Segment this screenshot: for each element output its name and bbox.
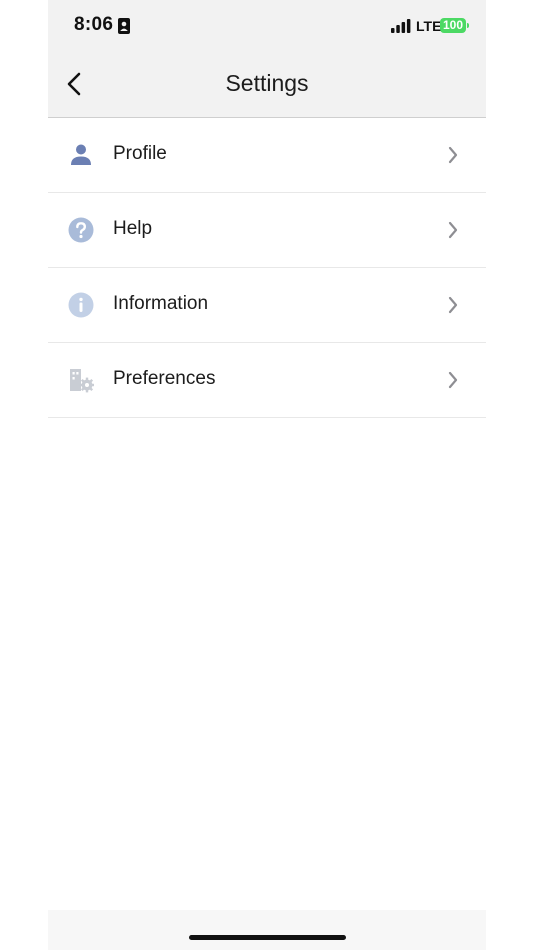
chevron-right-icon: [447, 221, 459, 239]
cellular-signal-icon: [391, 19, 411, 38]
network-type: LTE: [416, 18, 442, 34]
contact-card-icon: [118, 18, 130, 34]
settings-list: Profile Help Information Preferences: [48, 118, 486, 418]
building-gear-icon: [68, 367, 94, 393]
bottom-bar: [48, 910, 486, 950]
status-time: 8:06: [74, 14, 114, 35]
settings-item-label: Information: [113, 293, 209, 314]
settings-item-preferences[interactable]: Preferences: [48, 343, 486, 418]
settings-item-label: Preferences: [113, 368, 216, 389]
person-icon: [68, 142, 94, 168]
battery-tip-icon: [467, 23, 469, 28]
question-circle-icon: [68, 217, 94, 243]
settings-item-profile[interactable]: Profile: [48, 118, 486, 193]
chevron-right-icon: [447, 296, 459, 314]
status-bar: 8:06 LTE 100: [48, 0, 486, 52]
settings-item-help[interactable]: Help: [48, 193, 486, 268]
settings-item-information[interactable]: Information: [48, 268, 486, 343]
home-indicator[interactable]: [189, 935, 346, 940]
battery-indicator: 100: [440, 18, 466, 33]
chevron-right-icon: [447, 371, 459, 389]
settings-item-label: Help: [113, 218, 153, 239]
navigation-bar: Settings: [48, 52, 486, 118]
info-circle-icon: [68, 292, 94, 318]
page-title: Settings: [225, 70, 309, 96]
chevron-right-icon: [447, 146, 459, 164]
settings-screen: 8:06 LTE 100 Settings Profile Help Infor…: [48, 0, 486, 950]
settings-item-label: Profile: [113, 143, 167, 164]
